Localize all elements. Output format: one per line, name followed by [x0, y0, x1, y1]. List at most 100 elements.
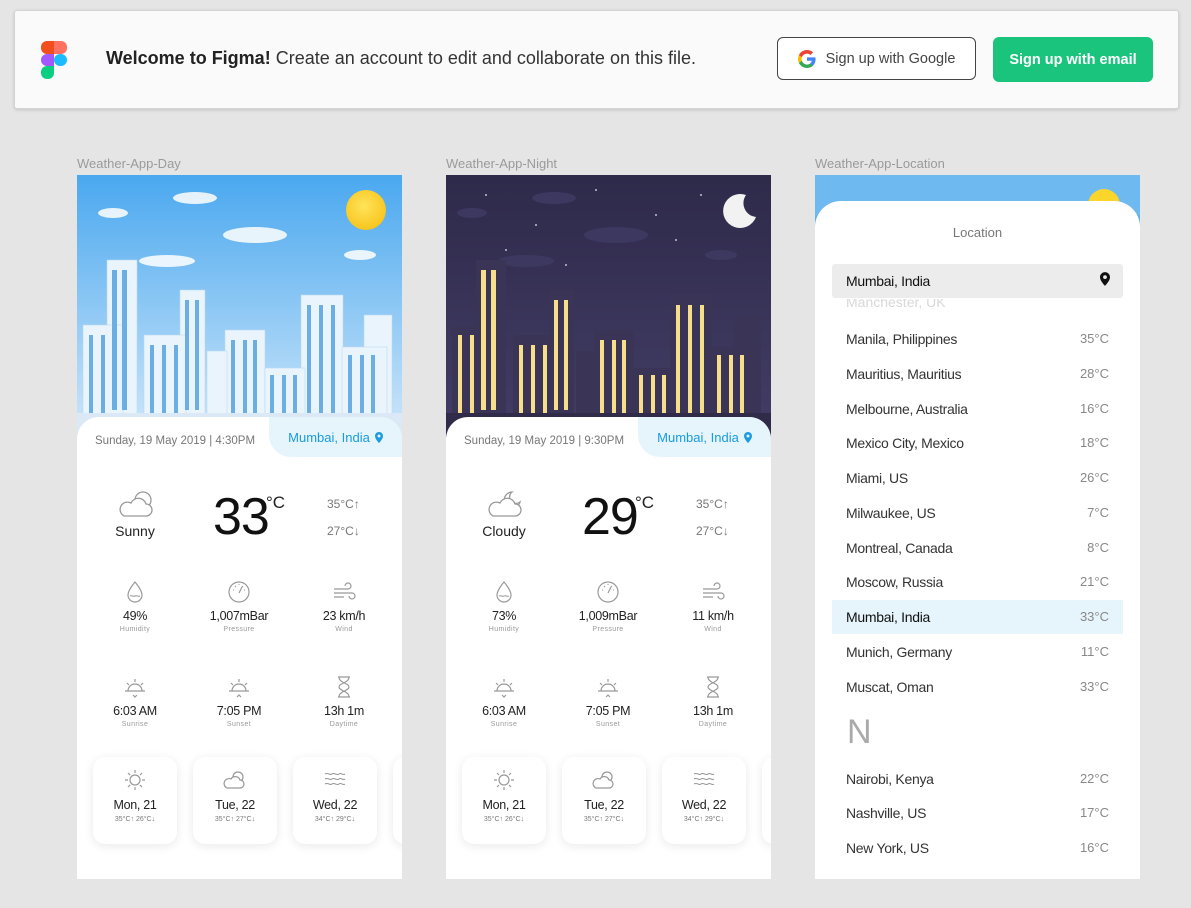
frame-label-location[interactable]: Weather-App-Location: [815, 156, 945, 171]
humidity-label: Humidity: [119, 626, 151, 633]
forecast-card[interactable]: Wed, 22 34°C↑ 29°C↓: [662, 757, 746, 844]
city-temp: 35°C: [1079, 331, 1109, 346]
forecast-card-partial[interactable]: [393, 757, 402, 844]
city-temp: 22°C: [1079, 771, 1109, 786]
city-name: Milwaukee, US: [846, 505, 936, 521]
city-name: New York, US: [846, 840, 929, 856]
forecast-day: Tue, 22: [215, 798, 255, 812]
location-search-field[interactable]: Mumbai, India: [832, 264, 1123, 298]
temperature-unit: °C: [266, 493, 286, 512]
wind-icon: [334, 582, 356, 600]
frame-label-night[interactable]: Weather-App-Night: [446, 156, 557, 171]
city-row[interactable]: Muscat, Oman 33°C: [832, 670, 1123, 704]
city-row[interactable]: Melbourne, Australia 16°C: [832, 392, 1123, 426]
sunrise-metric: 6:03 AM Sunrise: [459, 675, 549, 728]
forecast-card[interactable]: Mon, 21 35°C↑ 26°C↓: [93, 757, 177, 844]
location-name: Mumbai, India: [657, 429, 739, 445]
wind-icon: [703, 582, 725, 600]
haze-icon: [324, 772, 346, 786]
city-name: Montreal, Canada: [846, 540, 953, 556]
figma-logo-icon: [41, 41, 67, 79]
city-temp: 16°C: [1079, 401, 1109, 416]
welcome-text: Create an account to edit and collaborat…: [275, 48, 696, 68]
location-pill[interactable]: Mumbai, India: [638, 417, 771, 457]
sunny-cloud-icon: [119, 491, 153, 517]
city-row[interactable]: Milwaukee, US 7°C: [832, 496, 1123, 530]
google-signup-button[interactable]: Sign up with Google: [777, 37, 976, 80]
daytime-metric: 13h 1m Daytime: [668, 675, 758, 728]
city-temp: 21°C: [1079, 574, 1109, 589]
city-row[interactable]: Nashville, US 17°C: [832, 796, 1123, 830]
city-row[interactable]: Munich, Germany 11°C: [832, 635, 1123, 669]
humidity-value: 73%: [491, 609, 517, 623]
city-row[interactable]: Miami, US 26°C: [832, 461, 1123, 495]
forecast-day: Mon, 21: [113, 798, 157, 812]
sunset-icon: [229, 679, 249, 698]
sunset-metric: 7:05 PM Sunset: [563, 675, 653, 728]
city-name: Munich, Germany: [846, 644, 952, 660]
city-row[interactable]: Manila, Philippines 35°C: [832, 322, 1123, 356]
pressure-value: 1,009mBar: [578, 609, 638, 623]
forecast-card-partial[interactable]: [762, 757, 771, 844]
pressure-metric: 1,007mBar Pressure: [194, 580, 284, 633]
forecast-range: 35°C↑ 27°C↓: [214, 816, 256, 823]
forecast-card[interactable]: Wed, 22 34°C↑ 29°C↓: [293, 757, 377, 844]
daytime-label: Daytime: [329, 721, 359, 728]
city-name: Manila, Philippines: [846, 331, 958, 347]
weather-night-frame: Sunday, 19 May 2019 | 9:30PM Mumbai, Ind…: [446, 175, 771, 879]
humidity-metric: 73% Humidity: [459, 580, 549, 633]
google-signup-label: Sign up with Google: [825, 50, 956, 67]
city-row-selected[interactable]: Mumbai, India 33°C: [832, 600, 1123, 634]
forecast-range: 34°C↑ 29°C↓: [683, 816, 725, 823]
city-temp: 16°C: [1079, 840, 1109, 855]
city-temp: 28°C: [1079, 366, 1109, 381]
sheet-title: Location: [952, 225, 1003, 240]
wind-metric: 23 km/h Wind: [299, 580, 389, 633]
wind-value: 23 km/h: [322, 609, 366, 623]
forecast-card[interactable]: Tue, 22 35°C↑ 27°C↓: [193, 757, 277, 844]
city-row[interactable]: Montreal, Canada 8°C: [832, 531, 1123, 565]
city-row[interactable]: Nairobi, Kenya 22°C: [832, 762, 1123, 796]
forecast-day: Mon, 21: [482, 798, 526, 812]
wind-value: 11 km/h: [692, 609, 734, 623]
low-temperature: 27°C↓: [327, 524, 360, 538]
current-temperature: 29: [582, 488, 639, 546]
partly-cloudy-icon: [592, 771, 614, 789]
city-name: Muscat, Oman: [846, 679, 934, 695]
location-pill[interactable]: Mumbai, India: [269, 417, 402, 457]
location-sheet: Location Manchester, UK Mumbai, India Ma…: [815, 201, 1140, 879]
sunset-metric: 7:05 PM Sunset: [194, 675, 284, 728]
sunrise-value: 6:03 AM: [482, 704, 526, 718]
daytime-value: 13h 1m: [324, 704, 364, 718]
pressure-metric: 1,009mBar Pressure: [563, 580, 653, 633]
welcome-message: Welcome to Figma! Create an account to e…: [106, 48, 696, 69]
city-row[interactable]: Mexico City, Mexico 18°C: [832, 426, 1123, 460]
forecast-day: Tue, 22: [584, 798, 624, 812]
city-row[interactable]: Moscow, Russia 21°C: [832, 565, 1123, 599]
forecast-range: 34°C↑ 29°C↓: [314, 816, 356, 823]
city-name: Nairobi, Kenya: [846, 771, 934, 787]
city-name: Nashville, US: [846, 805, 927, 821]
email-signup-button[interactable]: Sign up with email: [993, 37, 1153, 82]
weather-card: Sunday, 19 May 2019 | 4:30PM Mumbai, Ind…: [77, 417, 402, 879]
daytime-value: 13h 1m: [693, 704, 733, 718]
city-temp: 26°C: [1079, 470, 1109, 485]
forecast-card[interactable]: Mon, 21 35°C↑ 26°C↓: [462, 757, 546, 844]
date-time: Sunday, 19 May 2019 | 9:30PM: [464, 435, 625, 447]
humidity-value: 49%: [122, 609, 148, 623]
search-value: Mumbai, India: [846, 273, 931, 289]
high-temperature: 35°C↑: [327, 497, 360, 511]
city-row[interactable]: New York, US 16°C: [832, 831, 1123, 865]
city-day-illustration: [77, 175, 402, 437]
city-row[interactable]: Mauritius, Mauritius 28°C: [832, 357, 1123, 391]
section-letter: N: [847, 713, 872, 751]
weather-day-frame: Sunday, 19 May 2019 | 4:30PM Mumbai, Ind…: [77, 175, 402, 879]
wind-label: Wind: [335, 626, 353, 633]
forecast-card[interactable]: Tue, 22 35°C↑ 27°C↓: [562, 757, 646, 844]
current-temperature: 33: [213, 488, 270, 546]
forecast-range: 35°C↑ 27°C↓: [583, 816, 625, 823]
sunset-icon: [598, 679, 618, 698]
map-pin-icon: [743, 431, 752, 443]
frame-label-day[interactable]: Weather-App-Day: [77, 156, 181, 171]
city-night-illustration: [446, 175, 771, 437]
